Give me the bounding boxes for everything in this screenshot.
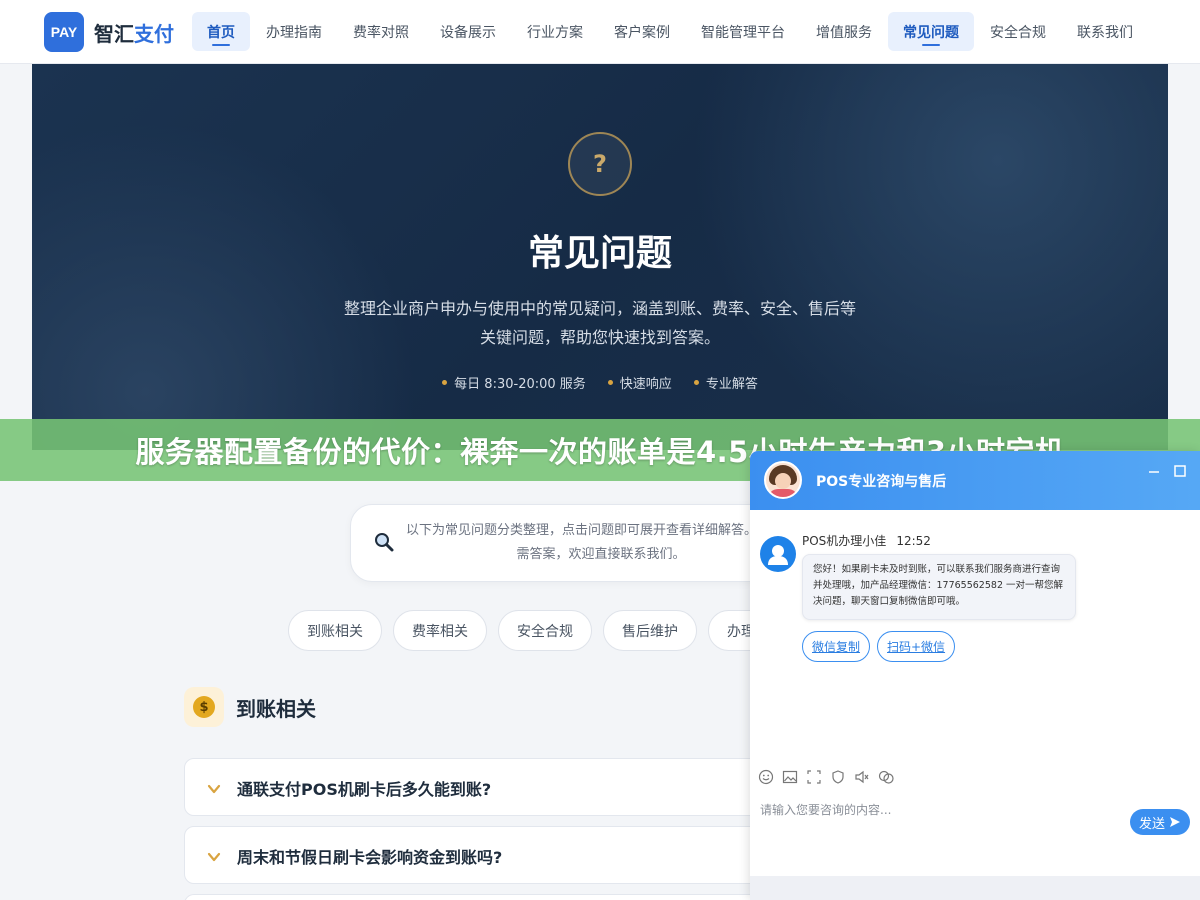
faq-item[interactable]: 通联支付POS机刷卡后多久能到账? — [184, 758, 784, 816]
coin-icon: $ — [184, 687, 224, 727]
history-icon[interactable] — [878, 769, 894, 785]
nav-item-security[interactable]: 安全合规 — [975, 12, 1061, 51]
category-pill-arrival[interactable]: 到账相关 — [288, 610, 382, 651]
agent-message-avatar — [760, 536, 796, 572]
faq-item[interactable] — [184, 894, 784, 900]
agent-avatar — [764, 461, 802, 499]
hero-subtitle: 整理企业商户申办与使用中的常见疑问，涵盖到账、费率、安全、售后等关键问题，帮助您… — [343, 299, 856, 347]
chat-message-input[interactable]: 请输入您要咨询的内容... — [760, 801, 1120, 818]
logo-name: 智汇 — [94, 21, 134, 46]
dot-icon — [607, 380, 613, 385]
nav-item-faq[interactable]: 常见问题 — [888, 12, 974, 51]
nav-item-industry[interactable]: 行业方案 — [512, 12, 598, 51]
top-navigation-bar: PAY 智汇支付 首页 办理指南 费率对照 设备展示 行业方案 客户案例 智能管… — [0, 0, 1200, 64]
hero-section: ? 常见问题 整理企业商户申办与使用中的常见疑问，涵盖到账、费率、安全、售后等关… — [32, 64, 1168, 450]
category-pill-security[interactable]: 安全合规 — [498, 610, 592, 651]
chat-header: POS专业咨询与售后 — [750, 451, 1200, 510]
hero-tag: 专业解答 — [693, 373, 758, 392]
agent-avatar-icon — [768, 545, 788, 565]
dot-icon — [693, 380, 699, 385]
send-icon — [1170, 817, 1180, 827]
send-label: 发送 — [1138, 816, 1165, 832]
nav-item-home[interactable]: 首页 — [192, 12, 250, 51]
agent-name: POS机办理小佳 — [802, 534, 887, 548]
nav-item-devices[interactable]: 设备展示 — [425, 12, 511, 51]
hero-tag-label: 每日 8:30-20:00 服务 — [454, 377, 586, 392]
section-title: 到账相关 — [236, 696, 316, 721]
emoji-icon[interactable] — [758, 769, 774, 785]
hero-tags: 每日 8:30-20:00 服务 快速响应 专业解答 — [32, 373, 1168, 392]
chat-title: POS专业咨询与售后 — [816, 474, 947, 490]
message-meta: POS机办理小佳 12:52 — [802, 532, 931, 549]
chevron-down-icon — [207, 852, 221, 862]
nav-item-cases[interactable]: 客户案例 — [599, 12, 685, 51]
chat-footer — [750, 876, 1200, 900]
nav-item-value-added[interactable]: 增值服务 — [801, 12, 887, 51]
chat-widget: POS专业咨询与售后 POS机办理小佳 12:52 您好！如果刷卡未及时到账，可以… — [750, 451, 1200, 900]
copy-wechat-button[interactable]: 微信复制 — [802, 631, 871, 662]
logo[interactable]: PAY 智汇支付 — [44, 12, 174, 52]
nav-item-rates[interactable]: 费率对照 — [338, 12, 424, 51]
logo-badge: PAY — [44, 12, 84, 52]
image-icon[interactable] — [782, 769, 798, 785]
minimize-icon[interactable] — [1146, 463, 1162, 479]
nav-item-platform[interactable]: 智能管理平台 — [686, 12, 800, 51]
nav-item-guide[interactable]: 办理指南 — [251, 12, 337, 51]
faq-question: 通联支付POS机刷卡后多久能到账? — [237, 780, 492, 799]
page-title: 常见问题 — [527, 233, 672, 274]
chevron-down-icon — [207, 784, 221, 794]
send-button[interactable]: 发送 — [1130, 809, 1190, 835]
screenshot-icon[interactable] — [806, 769, 822, 785]
hero-tag: 每日 8:30-20:00 服务 — [442, 373, 586, 392]
category-pills: 到账相关 费率相关 安全合规 售后维护 办理 — [288, 610, 785, 651]
section-heading: $ 到账相关 — [184, 687, 316, 727]
logo-accent: 支付 — [134, 21, 174, 46]
message-bubble: 您好！如果刷卡未及时到账，可以联系我们服务商进行查询并处理哦，加产品经理微信：1… — [802, 554, 1076, 620]
chat-toolbar — [758, 769, 902, 785]
hero-tag: 快速响应 — [607, 373, 672, 392]
hero-tag-label: 快速响应 — [619, 377, 672, 392]
search-hint-text: 以下为常见问题分类整理，点击问题即可展开查看详细解答。找到所需答案，欢迎直接联系… — [405, 523, 796, 562]
scan-wechat-button[interactable]: 扫码+微信 — [877, 631, 956, 662]
faq-question: 周末和节假日刷卡会影响资金到账吗? — [237, 848, 503, 867]
category-pill-after-sales[interactable]: 售后维护 — [603, 610, 697, 651]
coin-symbol: $ — [193, 696, 215, 718]
question-icon: ? — [568, 132, 632, 196]
dot-icon — [442, 380, 448, 385]
maximize-icon[interactable] — [1172, 463, 1188, 479]
search-icon — [375, 533, 394, 552]
voice-icon[interactable] — [854, 769, 870, 785]
rate-icon[interactable] — [830, 769, 846, 785]
logo-text: 智汇支付 — [94, 18, 174, 47]
hero-tag-label: 专业解答 — [705, 377, 758, 392]
nav-item-contact[interactable]: 联系我们 — [1062, 12, 1148, 51]
faq-item[interactable]: 周末和节假日刷卡会影响资金到账吗? — [184, 826, 784, 884]
main-nav: 首页 办理指南 费率对照 设备展示 行业方案 客户案例 智能管理平台 增值服务 … — [192, 12, 1149, 51]
message-time: 12:52 — [896, 534, 931, 548]
category-pill-rates[interactable]: 费率相关 — [393, 610, 487, 651]
